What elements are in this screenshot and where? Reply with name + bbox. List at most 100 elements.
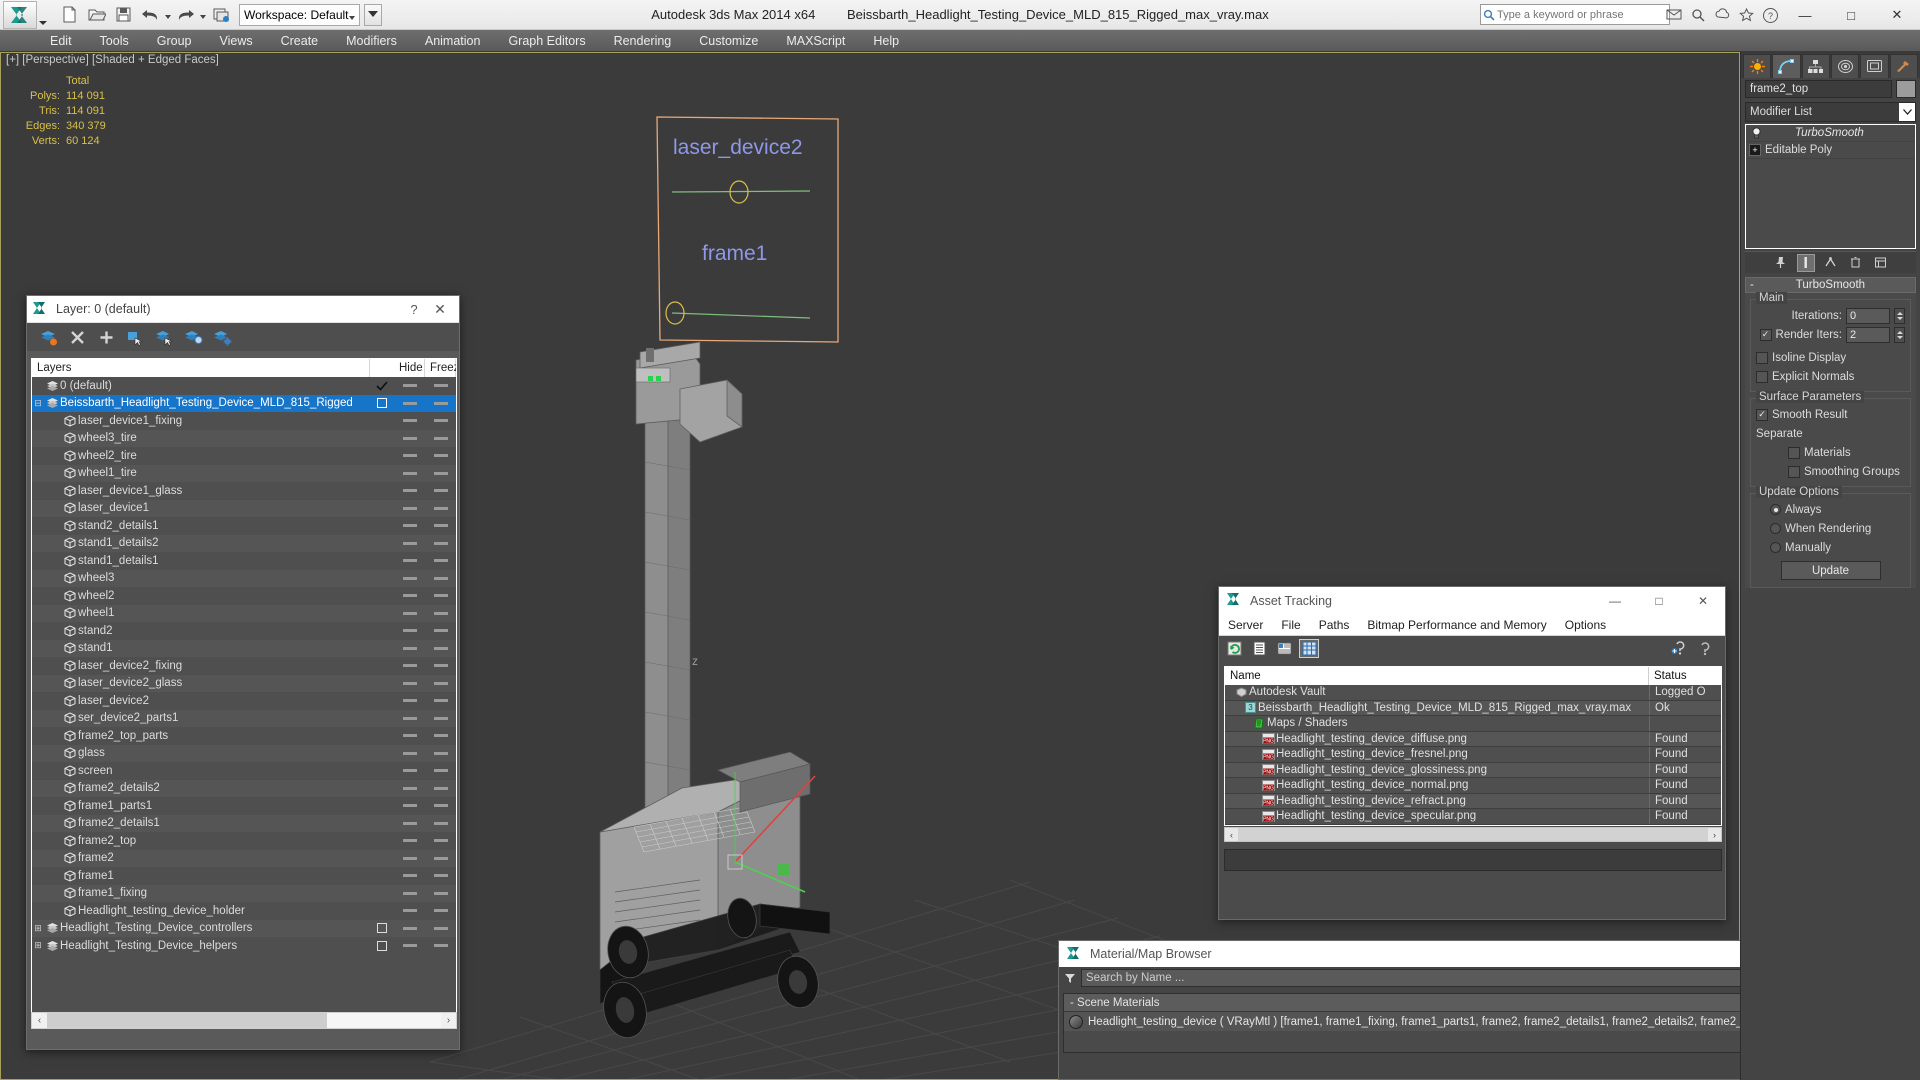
asset-row[interactable]: PNG Headlight_testing_device_normal.png Fo… xyxy=(1225,778,1721,794)
layer-row-freeze-toggle[interactable] xyxy=(425,419,456,423)
layer-row-freeze-toggle[interactable] xyxy=(425,401,456,405)
select-highlighted-objects-layer-icon[interactable] xyxy=(152,326,176,348)
asset-maximize-button[interactable]: □ xyxy=(1637,587,1681,614)
layer-row-freeze-toggle[interactable] xyxy=(425,804,456,808)
layer-row-freeze-toggle[interactable] xyxy=(425,541,456,545)
asset-row[interactable]: Autodesk Vault Logged O xyxy=(1225,685,1721,701)
menu-customize[interactable]: Customize xyxy=(685,30,772,52)
layer-row[interactable]: wheel3_tire xyxy=(32,429,456,447)
make-unique-icon[interactable] xyxy=(1822,254,1840,272)
layer-row-hide-toggle[interactable] xyxy=(394,751,425,755)
layer-row-hide-toggle[interactable] xyxy=(394,716,425,720)
layer-row-hide-toggle[interactable] xyxy=(394,646,425,650)
render-iters-stepper[interactable] xyxy=(1894,326,1905,343)
detail-view-icon[interactable] xyxy=(1274,639,1294,658)
layer-row[interactable]: frame2_details2 xyxy=(32,779,456,797)
layer-row-freeze-toggle[interactable] xyxy=(425,611,456,615)
select-objects-in-layer-icon[interactable] xyxy=(123,326,147,348)
filter-funnel-icon[interactable] xyxy=(1063,972,1077,984)
layer-row-expander[interactable]: ⊟ xyxy=(32,398,44,409)
layer-row-freeze-toggle[interactable] xyxy=(425,646,456,650)
hierarchy-tab-icon[interactable] xyxy=(1801,54,1830,78)
separate-materials-checkbox[interactable] xyxy=(1788,446,1800,459)
layer-row-hide-toggle[interactable] xyxy=(394,436,425,440)
menu-group[interactable]: Group xyxy=(143,30,206,52)
refresh-icon[interactable] xyxy=(1224,639,1244,658)
undo-icon[interactable] xyxy=(138,3,163,27)
layer-row-freeze-toggle[interactable] xyxy=(425,594,456,598)
asset-tracking-grid[interactable]: Name Status Autodesk Vault Logged O 3 Beiss… xyxy=(1224,666,1722,826)
layer-row-hide-toggle[interactable] xyxy=(394,611,425,615)
layer-row[interactable]: frame2_details1 xyxy=(32,814,456,832)
asset-close-button[interactable]: ✕ xyxy=(1681,587,1725,614)
layer-row-hide-toggle[interactable] xyxy=(394,454,425,458)
smooth-result-checkbox[interactable]: ✓ xyxy=(1756,408,1768,421)
layer-row-current-toggle[interactable] xyxy=(370,940,394,951)
pin-stack-icon[interactable] xyxy=(1772,254,1790,272)
layer-row-hide-toggle[interactable] xyxy=(394,804,425,808)
layer-rows-container[interactable]: 0 (default) ⊟ Beissbarth_Headlight_Testing… xyxy=(32,377,456,955)
layer-row-hide-toggle[interactable] xyxy=(394,944,425,948)
turbosmooth-rollup[interactable]: - TurboSmooth Main Iterations: 0 ✓ Rende… xyxy=(1745,277,1916,588)
layer-row-freeze-toggle[interactable] xyxy=(425,436,456,440)
search-help-icon[interactable] xyxy=(1688,5,1708,25)
set-project-folder-icon[interactable] xyxy=(208,3,233,27)
layer-row[interactable]: stand1_details1 xyxy=(32,552,456,570)
layer-row-hide-toggle[interactable] xyxy=(394,926,425,930)
update-always-radio[interactable] xyxy=(1770,504,1781,515)
layer-row-freeze-toggle[interactable] xyxy=(425,524,456,528)
layer-row-current-toggle[interactable] xyxy=(370,381,394,391)
layer-row-hide-toggle[interactable] xyxy=(394,506,425,510)
object-color-swatch[interactable] xyxy=(1896,80,1916,98)
layer-row-freeze-toggle[interactable] xyxy=(425,471,456,475)
layer-row-hide-toggle[interactable] xyxy=(394,594,425,598)
layer-row-expander[interactable]: ⊞ xyxy=(32,940,44,951)
display-tab-icon[interactable] xyxy=(1860,54,1889,78)
asset-row[interactable]: PNG Headlight_testing_device_glossiness.p… xyxy=(1225,762,1721,778)
layer-row-hide-toggle[interactable] xyxy=(394,769,425,773)
layer-row-hide-toggle[interactable] xyxy=(394,786,425,790)
add-selection-to-layer-icon[interactable] xyxy=(94,326,118,348)
layer-row[interactable]: stand2 xyxy=(32,622,456,640)
layer-row-hide-toggle[interactable] xyxy=(394,419,425,423)
asset-scroll-right-icon[interactable]: › xyxy=(1708,830,1721,840)
highlight-selected-objects-layer-icon[interactable] xyxy=(181,326,205,348)
3dsmax-logo-icon[interactable] xyxy=(3,0,37,29)
asset-menu-bitmap-performance[interactable]: Bitmap Performance and Memory xyxy=(1358,614,1555,636)
layer-row-freeze-toggle[interactable] xyxy=(425,384,456,388)
layer-row-hide-toggle[interactable] xyxy=(394,874,425,878)
create-new-layer-icon[interactable] xyxy=(36,326,60,348)
show-end-result-icon[interactable] xyxy=(1796,253,1815,272)
menu-help[interactable]: Help xyxy=(859,30,913,52)
asset-menu-server[interactable]: Server xyxy=(1219,614,1272,636)
layer-row-hide-toggle[interactable] xyxy=(394,839,425,843)
layer-row-hide-toggle[interactable] xyxy=(394,384,425,388)
layer-list-grid[interactable]: Layers Hide Freeze 0 (default) ⊟ Beissbart… xyxy=(31,358,457,1013)
asset-row[interactable]: Maps / Shaders xyxy=(1225,716,1721,732)
create-tab-icon[interactable] xyxy=(1743,54,1772,78)
list-view-icon[interactable] xyxy=(1249,639,1269,658)
menu-create[interactable]: Create xyxy=(267,30,333,52)
asset-row[interactable]: PNG Headlight_testing_device_fresnel.png F… xyxy=(1225,747,1721,763)
grid-view-icon[interactable] xyxy=(1299,638,1319,658)
redo-dropdown-icon[interactable] xyxy=(200,14,206,19)
layer-row-freeze-toggle[interactable] xyxy=(425,751,456,755)
open-file-icon[interactable] xyxy=(84,3,109,27)
layer-row-freeze-toggle[interactable] xyxy=(425,489,456,493)
layer-row-hide-toggle[interactable] xyxy=(394,541,425,545)
asset-scroll-track[interactable] xyxy=(1238,828,1708,841)
turbosmooth-rollup-header[interactable]: - TurboSmooth xyxy=(1745,277,1916,293)
layer-dialog-help-button[interactable]: ? xyxy=(403,302,425,317)
layer-row[interactable]: laser_device1 xyxy=(32,499,456,517)
layer-row[interactable]: stand1 xyxy=(32,639,456,657)
motion-tab-icon[interactable] xyxy=(1830,54,1860,78)
layer-row-expander[interactable]: ⊞ xyxy=(32,923,44,934)
layer-row-freeze-toggle[interactable] xyxy=(425,769,456,773)
menu-tools[interactable]: Tools xyxy=(86,30,143,52)
layer-row[interactable]: frame2_top xyxy=(32,832,456,850)
layer-row[interactable]: ⊞ Headlight_Testing_Device_controllers xyxy=(32,919,456,937)
layer-scroll-left-icon[interactable]: ‹ xyxy=(32,1015,47,1026)
asset-minimize-button[interactable]: — xyxy=(1593,587,1637,614)
update-manually-radio[interactable] xyxy=(1770,542,1781,553)
layer-row-current-toggle[interactable] xyxy=(370,923,394,934)
